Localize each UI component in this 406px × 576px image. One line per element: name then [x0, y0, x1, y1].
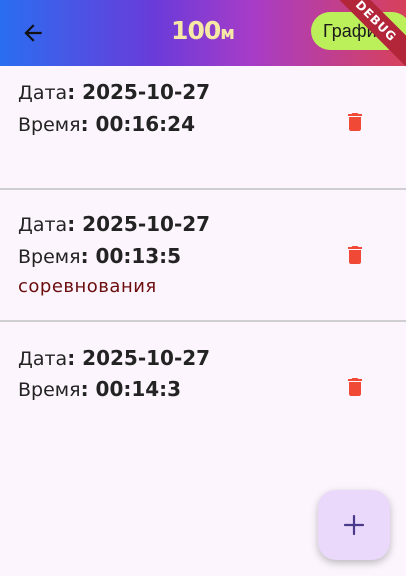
- record-time: Время: 00:16:24: [18, 112, 195, 136]
- title-unit: м: [220, 23, 235, 44]
- app-bar: 100м Графи DEBUG: [0, 0, 406, 66]
- record-date: Дата: 2025-10-27: [18, 212, 210, 236]
- trash-icon: [348, 246, 362, 264]
- time-label: Время: [18, 379, 81, 401]
- time-value: : 00:13:5: [80, 244, 182, 268]
- record-note: соревнования: [18, 276, 157, 297]
- date-label: Дата: [18, 214, 68, 236]
- date-label: Дата: [18, 82, 68, 104]
- trash-icon: [348, 378, 362, 396]
- date-value: : 2025-10-27: [67, 346, 211, 370]
- add-record-button[interactable]: [318, 490, 390, 560]
- date-value: : 2025-10-27: [67, 212, 211, 236]
- time-label: Время: [18, 246, 81, 268]
- delete-button[interactable]: [340, 107, 370, 137]
- time-label: Время: [18, 114, 81, 136]
- date-label: Дата: [18, 348, 68, 370]
- record-item: Дата: 2025-10-27 Время: 00:16:24: [0, 66, 406, 190]
- records-list: Дата: 2025-10-27 Время: 00:16:24 Дата: 2…: [0, 66, 406, 432]
- record-time: Время: 00:14:3: [18, 377, 181, 401]
- trash-icon: [348, 113, 362, 131]
- time-value: : 00:14:3: [80, 377, 182, 401]
- delete-button[interactable]: [340, 372, 370, 402]
- time-value: : 00:16:24: [80, 112, 196, 136]
- plus-icon: [343, 514, 365, 536]
- record-item: Дата: 2025-10-27 Время: 00:13:5 соревнов…: [0, 190, 406, 322]
- record-date: Дата: 2025-10-27: [18, 346, 210, 370]
- date-value: : 2025-10-27: [67, 80, 211, 104]
- record-date: Дата: 2025-10-27: [18, 80, 210, 104]
- delete-button[interactable]: [340, 240, 370, 270]
- record-time: Время: 00:13:5: [18, 244, 181, 268]
- record-item: Дата: 2025-10-27 Время: 00:14:3: [0, 322, 406, 432]
- title-distance: 100: [171, 16, 221, 45]
